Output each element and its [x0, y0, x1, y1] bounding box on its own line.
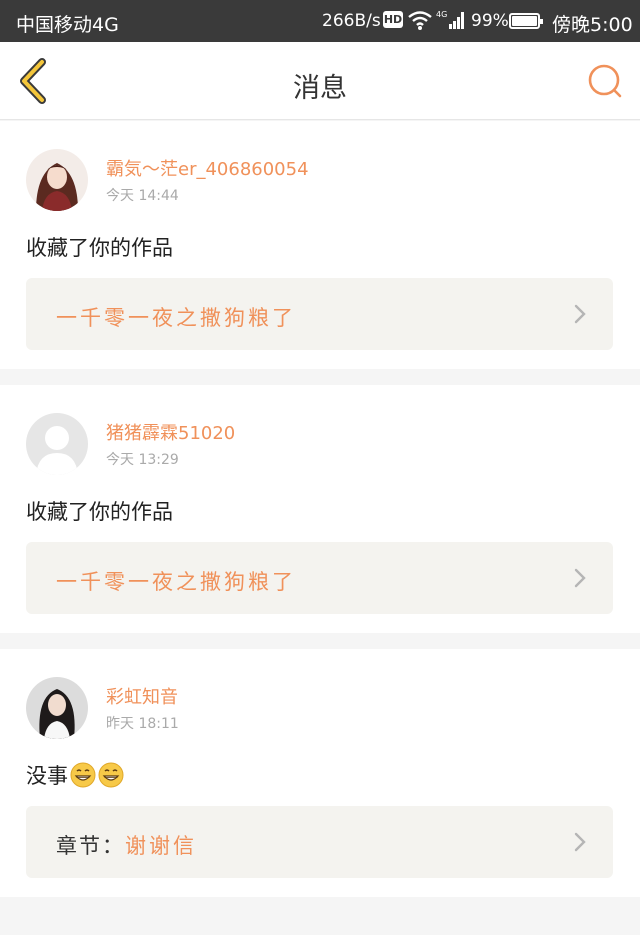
message-text: 收藏了你的作品	[26, 236, 173, 260]
app-header: 消息	[0, 42, 640, 120]
svg-text:4G: 4G	[436, 10, 447, 19]
net-speed: 266B/s	[322, 11, 381, 31]
avatar[interactable]	[26, 149, 88, 211]
chevron-right-icon	[574, 568, 586, 588]
battery-percent: 99%	[471, 11, 509, 31]
work-title: 一千零一夜之撒狗粮了	[56, 570, 296, 594]
message-text-row: 没事	[26, 760, 124, 790]
avatar[interactable]	[26, 413, 88, 475]
message-time: 今天 13:29	[106, 452, 179, 468]
search-icon[interactable]	[586, 62, 624, 100]
message-text: 没事	[26, 764, 68, 788]
chapter-title-row: 章节：谢谢信	[56, 830, 197, 860]
username[interactable]: 霸気～茫er_406860054	[106, 155, 309, 181]
chapter-link[interactable]: 章节：谢谢信	[26, 806, 613, 878]
clock: 傍晚5:00	[552, 14, 633, 36]
message-card: 猪猪霹霖51020 今天 13:29 收藏了你的作品 一千零一夜之撒狗粮了	[0, 385, 640, 633]
avatar[interactable]	[26, 677, 88, 739]
page-title: 消息	[293, 73, 347, 104]
work-title: 一千零一夜之撒狗粮了	[56, 306, 296, 330]
battery-icon	[509, 13, 543, 29]
message-time: 今天 14:44	[106, 188, 179, 204]
wifi-icon	[408, 11, 432, 30]
chevron-right-icon	[574, 832, 586, 852]
work-link[interactable]: 一千零一夜之撒狗粮了	[26, 278, 613, 350]
signal-icon: 4G	[436, 10, 464, 29]
username[interactable]: 彩虹知音	[106, 683, 178, 709]
chevron-right-icon	[574, 304, 586, 324]
grinning-emoji-icon	[98, 762, 124, 788]
hd-badge: HD	[383, 11, 403, 28]
chapter-prefix: 章节：	[56, 834, 125, 858]
status-bar: 中国移动4G 266B/s HD 4G 99% 傍晚5:00	[0, 0, 640, 42]
message-text: 收藏了你的作品	[26, 500, 173, 524]
carrier-label: 中国移动4G	[16, 14, 119, 36]
grinning-emoji-icon	[70, 762, 96, 788]
username[interactable]: 猪猪霹霖51020	[106, 419, 235, 445]
message-card: 霸気～茫er_406860054 今天 14:44 收藏了你的作品 一千零一夜之…	[0, 121, 640, 369]
work-link[interactable]: 一千零一夜之撒狗粮了	[26, 542, 613, 614]
message-time: 昨天 18:11	[106, 716, 179, 732]
chapter-title: 谢谢信	[125, 834, 197, 858]
message-card: 彩虹知音 昨天 18:11 没事 章节：谢谢信	[0, 649, 640, 897]
